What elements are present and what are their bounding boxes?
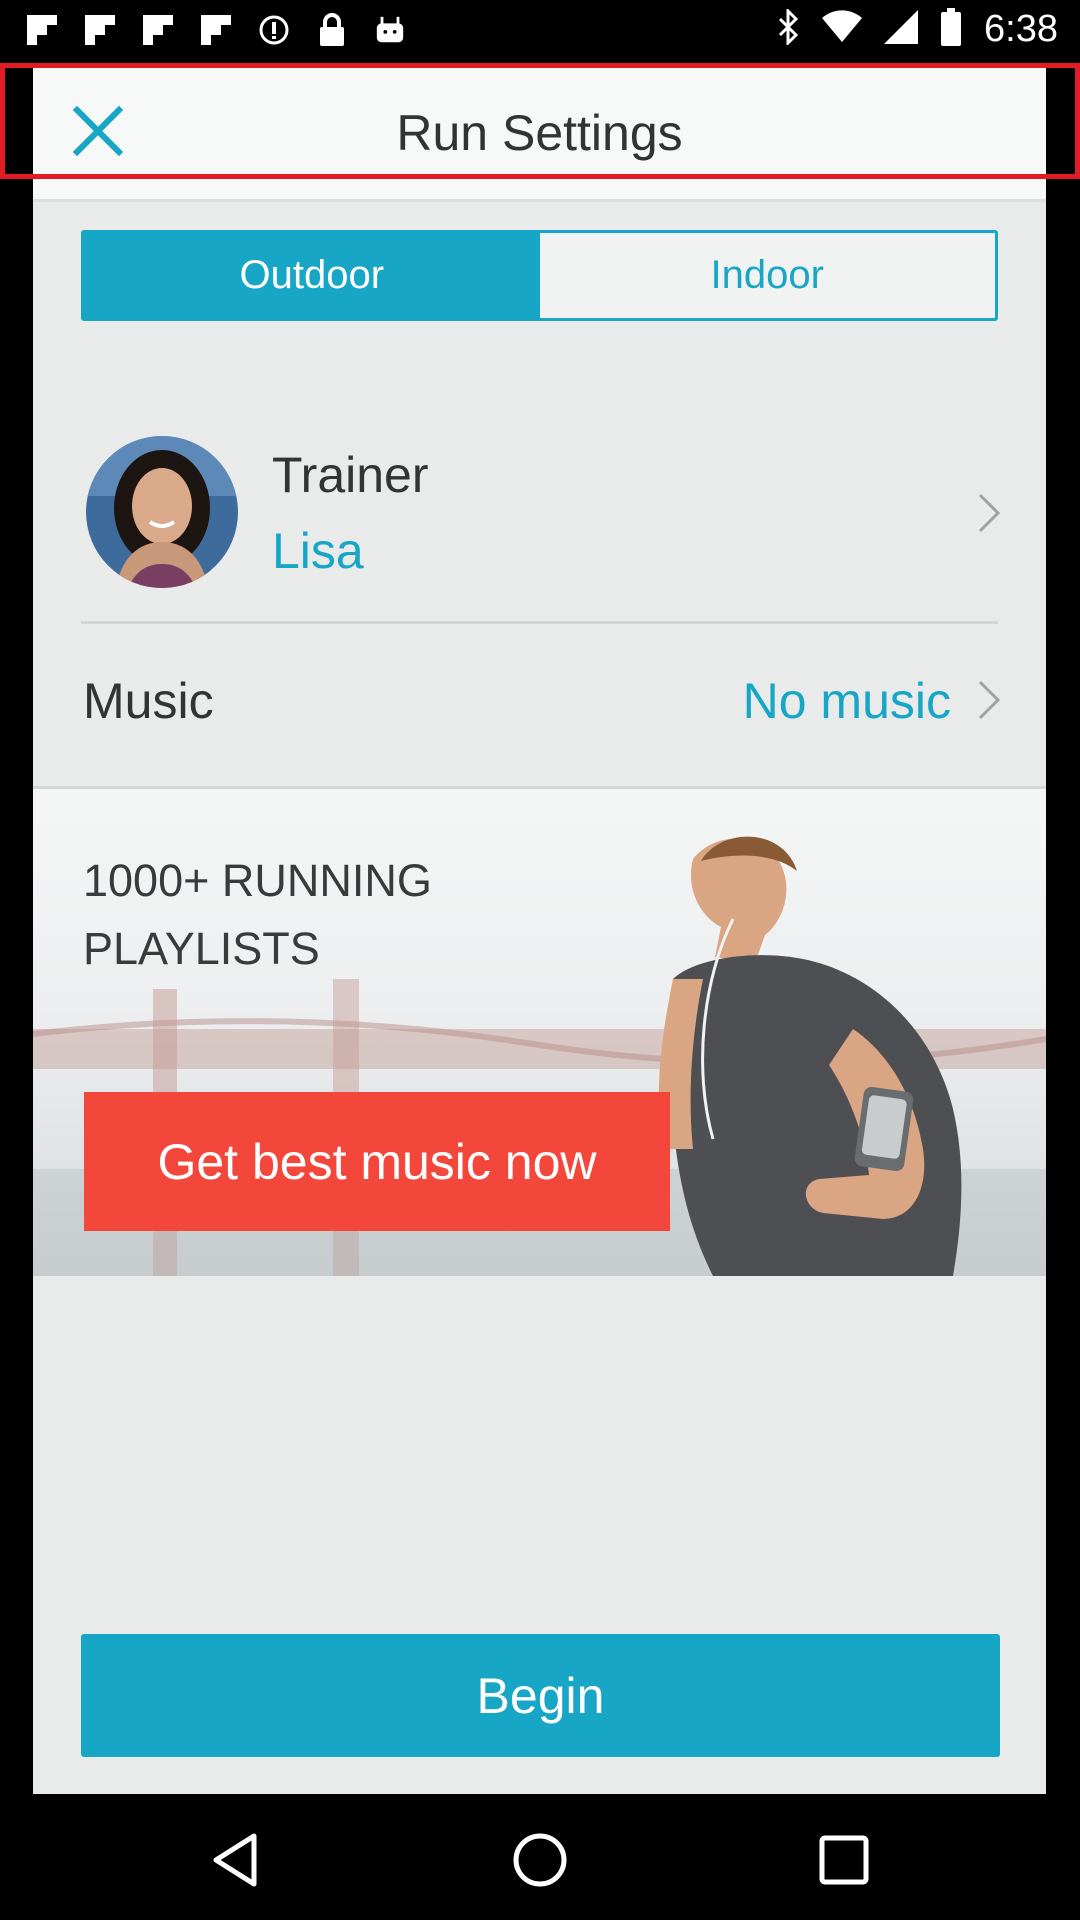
tab-outdoor[interactable]: Outdoor bbox=[84, 233, 540, 318]
bluetooth-icon bbox=[776, 7, 800, 50]
flipboard-icon bbox=[26, 12, 58, 48]
nav-bar bbox=[0, 1800, 1080, 1920]
flipboard-icon bbox=[84, 12, 116, 48]
home-icon[interactable] bbox=[510, 1830, 570, 1890]
recents-icon[interactable] bbox=[814, 1830, 874, 1890]
music-label: Music bbox=[83, 673, 214, 729]
promo-title: 1000+ RUNNING PLAYLISTS bbox=[83, 855, 432, 974]
trainer-row[interactable]: Trainer Lisa bbox=[81, 436, 1001, 588]
tab-indoor[interactable]: Indoor bbox=[539, 233, 995, 318]
trainer-name: Lisa bbox=[272, 523, 364, 579]
divider bbox=[81, 621, 998, 624]
get-music-button[interactable]: Get best music now bbox=[84, 1092, 670, 1231]
flipboard-icon bbox=[142, 12, 174, 48]
promo-banner: 1000+ RUNNING PLAYLISTS Get best music n… bbox=[33, 789, 1046, 1276]
chevron-right-icon bbox=[978, 680, 1001, 720]
begin-button[interactable]: Begin bbox=[81, 1634, 1000, 1757]
wifi-icon bbox=[822, 10, 863, 49]
trainer-avatar bbox=[86, 436, 238, 588]
mode-toggle: Outdoor Indoor bbox=[81, 230, 998, 321]
music-value: No music bbox=[742, 673, 951, 729]
chevron-right-icon bbox=[978, 493, 1001, 533]
info-icon bbox=[258, 12, 290, 48]
header: Run Settings bbox=[33, 66, 1046, 202]
page-title: Run Settings bbox=[396, 105, 683, 161]
status-time: 6:38 bbox=[984, 8, 1058, 50]
back-icon[interactable] bbox=[206, 1830, 266, 1890]
flipboard-icon bbox=[200, 12, 232, 48]
android-icon bbox=[374, 12, 406, 48]
run-settings-panel: Run Settings Outdoor Indoor Trainer Lisa… bbox=[33, 66, 1046, 1794]
status-bar: 6:38 bbox=[0, 0, 1080, 63]
lock-icon bbox=[316, 12, 348, 48]
signal-icon bbox=[884, 10, 919, 49]
battery-icon bbox=[940, 8, 962, 51]
trainer-label: Trainer bbox=[272, 447, 429, 503]
